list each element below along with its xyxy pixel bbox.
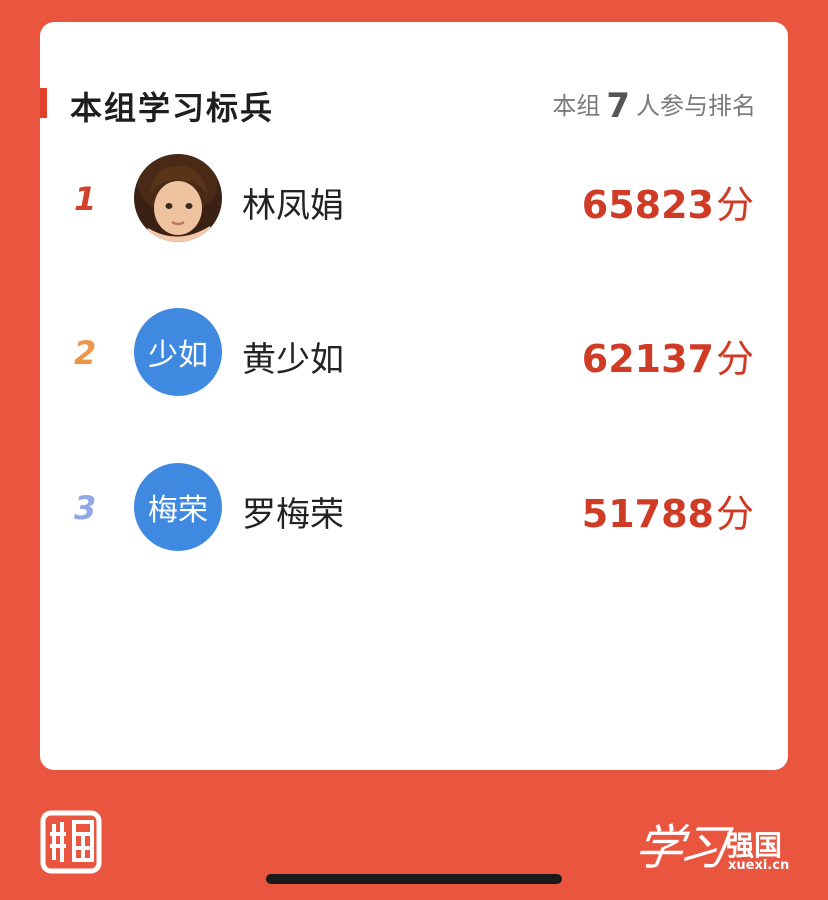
leader-name: 罗梅荣 — [242, 495, 344, 535]
card-header: 本组学习标兵 本组 7 人参与排名 — [40, 66, 788, 127]
rank-number: 1 — [74, 180, 97, 218]
leader-score: 65823分 — [582, 174, 754, 229]
score-unit: 分 — [715, 492, 754, 536]
leader-score: 51788分 — [582, 483, 754, 538]
leader-row-2[interactable]: 2 少如 黄少如 62137分 — [40, 308, 788, 400]
score-value: 65823 — [581, 183, 714, 227]
leaderboard-card: 本组学习标兵 本组 7 人参与排名 1 林凤娟 65823分 2 少如 黄少如 62 — [40, 22, 788, 770]
participants-info: 本组 7 人参与排名 — [552, 86, 756, 126]
participants-prefix: 本组 — [552, 92, 601, 120]
score-value: 51788 — [581, 492, 714, 536]
leader-row-3[interactable]: 3 梅荣 罗梅荣 51788分 — [40, 463, 788, 555]
leader-row-1[interactable]: 1 林凤娟 65823分 — [40, 154, 788, 246]
participants-suffix: 人参与排名 — [636, 92, 756, 120]
avatar-initials[interactable]: 梅荣 — [134, 463, 222, 551]
home-indicator[interactable] — [266, 874, 562, 884]
card-title: 本组学习标兵 — [70, 89, 275, 127]
score-unit: 分 — [715, 337, 754, 381]
avatar-photo[interactable] — [134, 154, 222, 242]
avatar-initials[interactable]: 少如 — [134, 308, 222, 396]
leader-score: 62137分 — [582, 328, 754, 383]
score-value: 62137 — [581, 337, 714, 381]
rank-number: 3 — [74, 489, 97, 527]
rank-number: 2 — [74, 334, 97, 372]
participants-count: 7 — [606, 86, 630, 126]
child-portrait-icon — [134, 154, 222, 242]
logo-calligraphy: 学习 — [631, 820, 728, 876]
logo-site: xuexi.cn — [728, 858, 790, 873]
xuexi-logo: 学习 强国 xuexi.cn — [631, 808, 792, 878]
score-unit: 分 — [715, 183, 754, 227]
seal-stamp-icon — [40, 810, 102, 874]
leader-name: 黄少如 — [242, 340, 344, 380]
leader-name: 林凤娟 — [242, 186, 344, 226]
title-accent-bar — [40, 88, 47, 118]
